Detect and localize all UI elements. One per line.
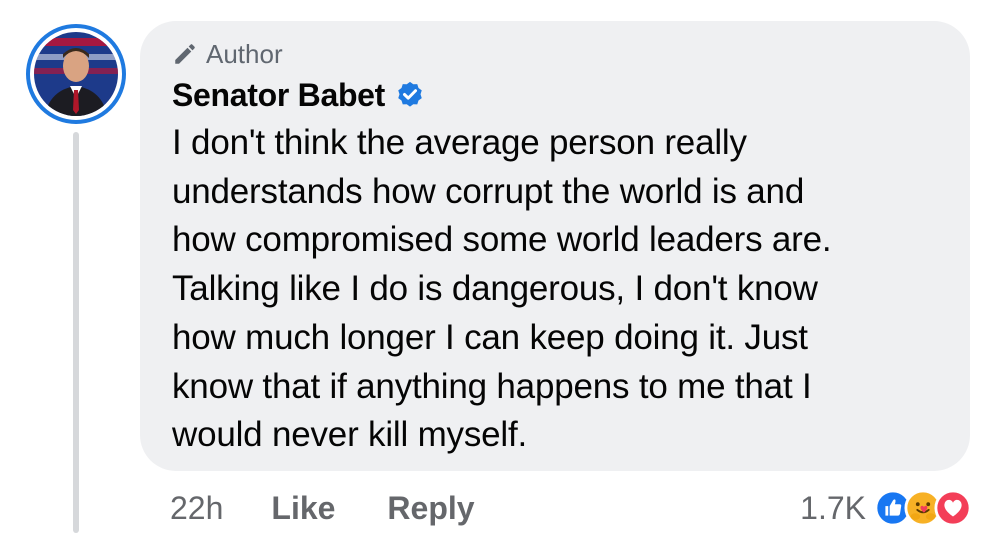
comment-timestamp[interactable]: 22h xyxy=(170,490,223,527)
reaction-icons xyxy=(874,489,972,527)
comment-thread: Author Senator Babet I don't think the a… xyxy=(0,0,1000,533)
verified-badge-icon xyxy=(398,81,422,107)
comment-bubble: Author Senator Babet I don't think the a… xyxy=(140,21,970,471)
comment-actions: 22h Like Reply xyxy=(170,486,527,530)
pencil-icon xyxy=(175,44,195,64)
reaction-summary[interactable]: 1.7K xyxy=(800,486,972,530)
reaction-count: 1.7K xyxy=(800,489,866,526)
reply-button[interactable]: Reply xyxy=(387,490,474,527)
like-button[interactable]: Like xyxy=(271,490,335,527)
author-name[interactable]: Senator Babet xyxy=(172,77,385,114)
love-reaction-icon xyxy=(934,489,972,527)
author-badge-label: Author xyxy=(206,38,283,69)
avatar[interactable] xyxy=(26,24,126,124)
author-row: Senator Babet xyxy=(172,75,946,115)
thread-line xyxy=(73,132,79,533)
avatar-photo xyxy=(32,30,120,118)
comment-text: I don't think the average person really … xyxy=(172,123,832,455)
author-badge: Author xyxy=(172,39,946,69)
